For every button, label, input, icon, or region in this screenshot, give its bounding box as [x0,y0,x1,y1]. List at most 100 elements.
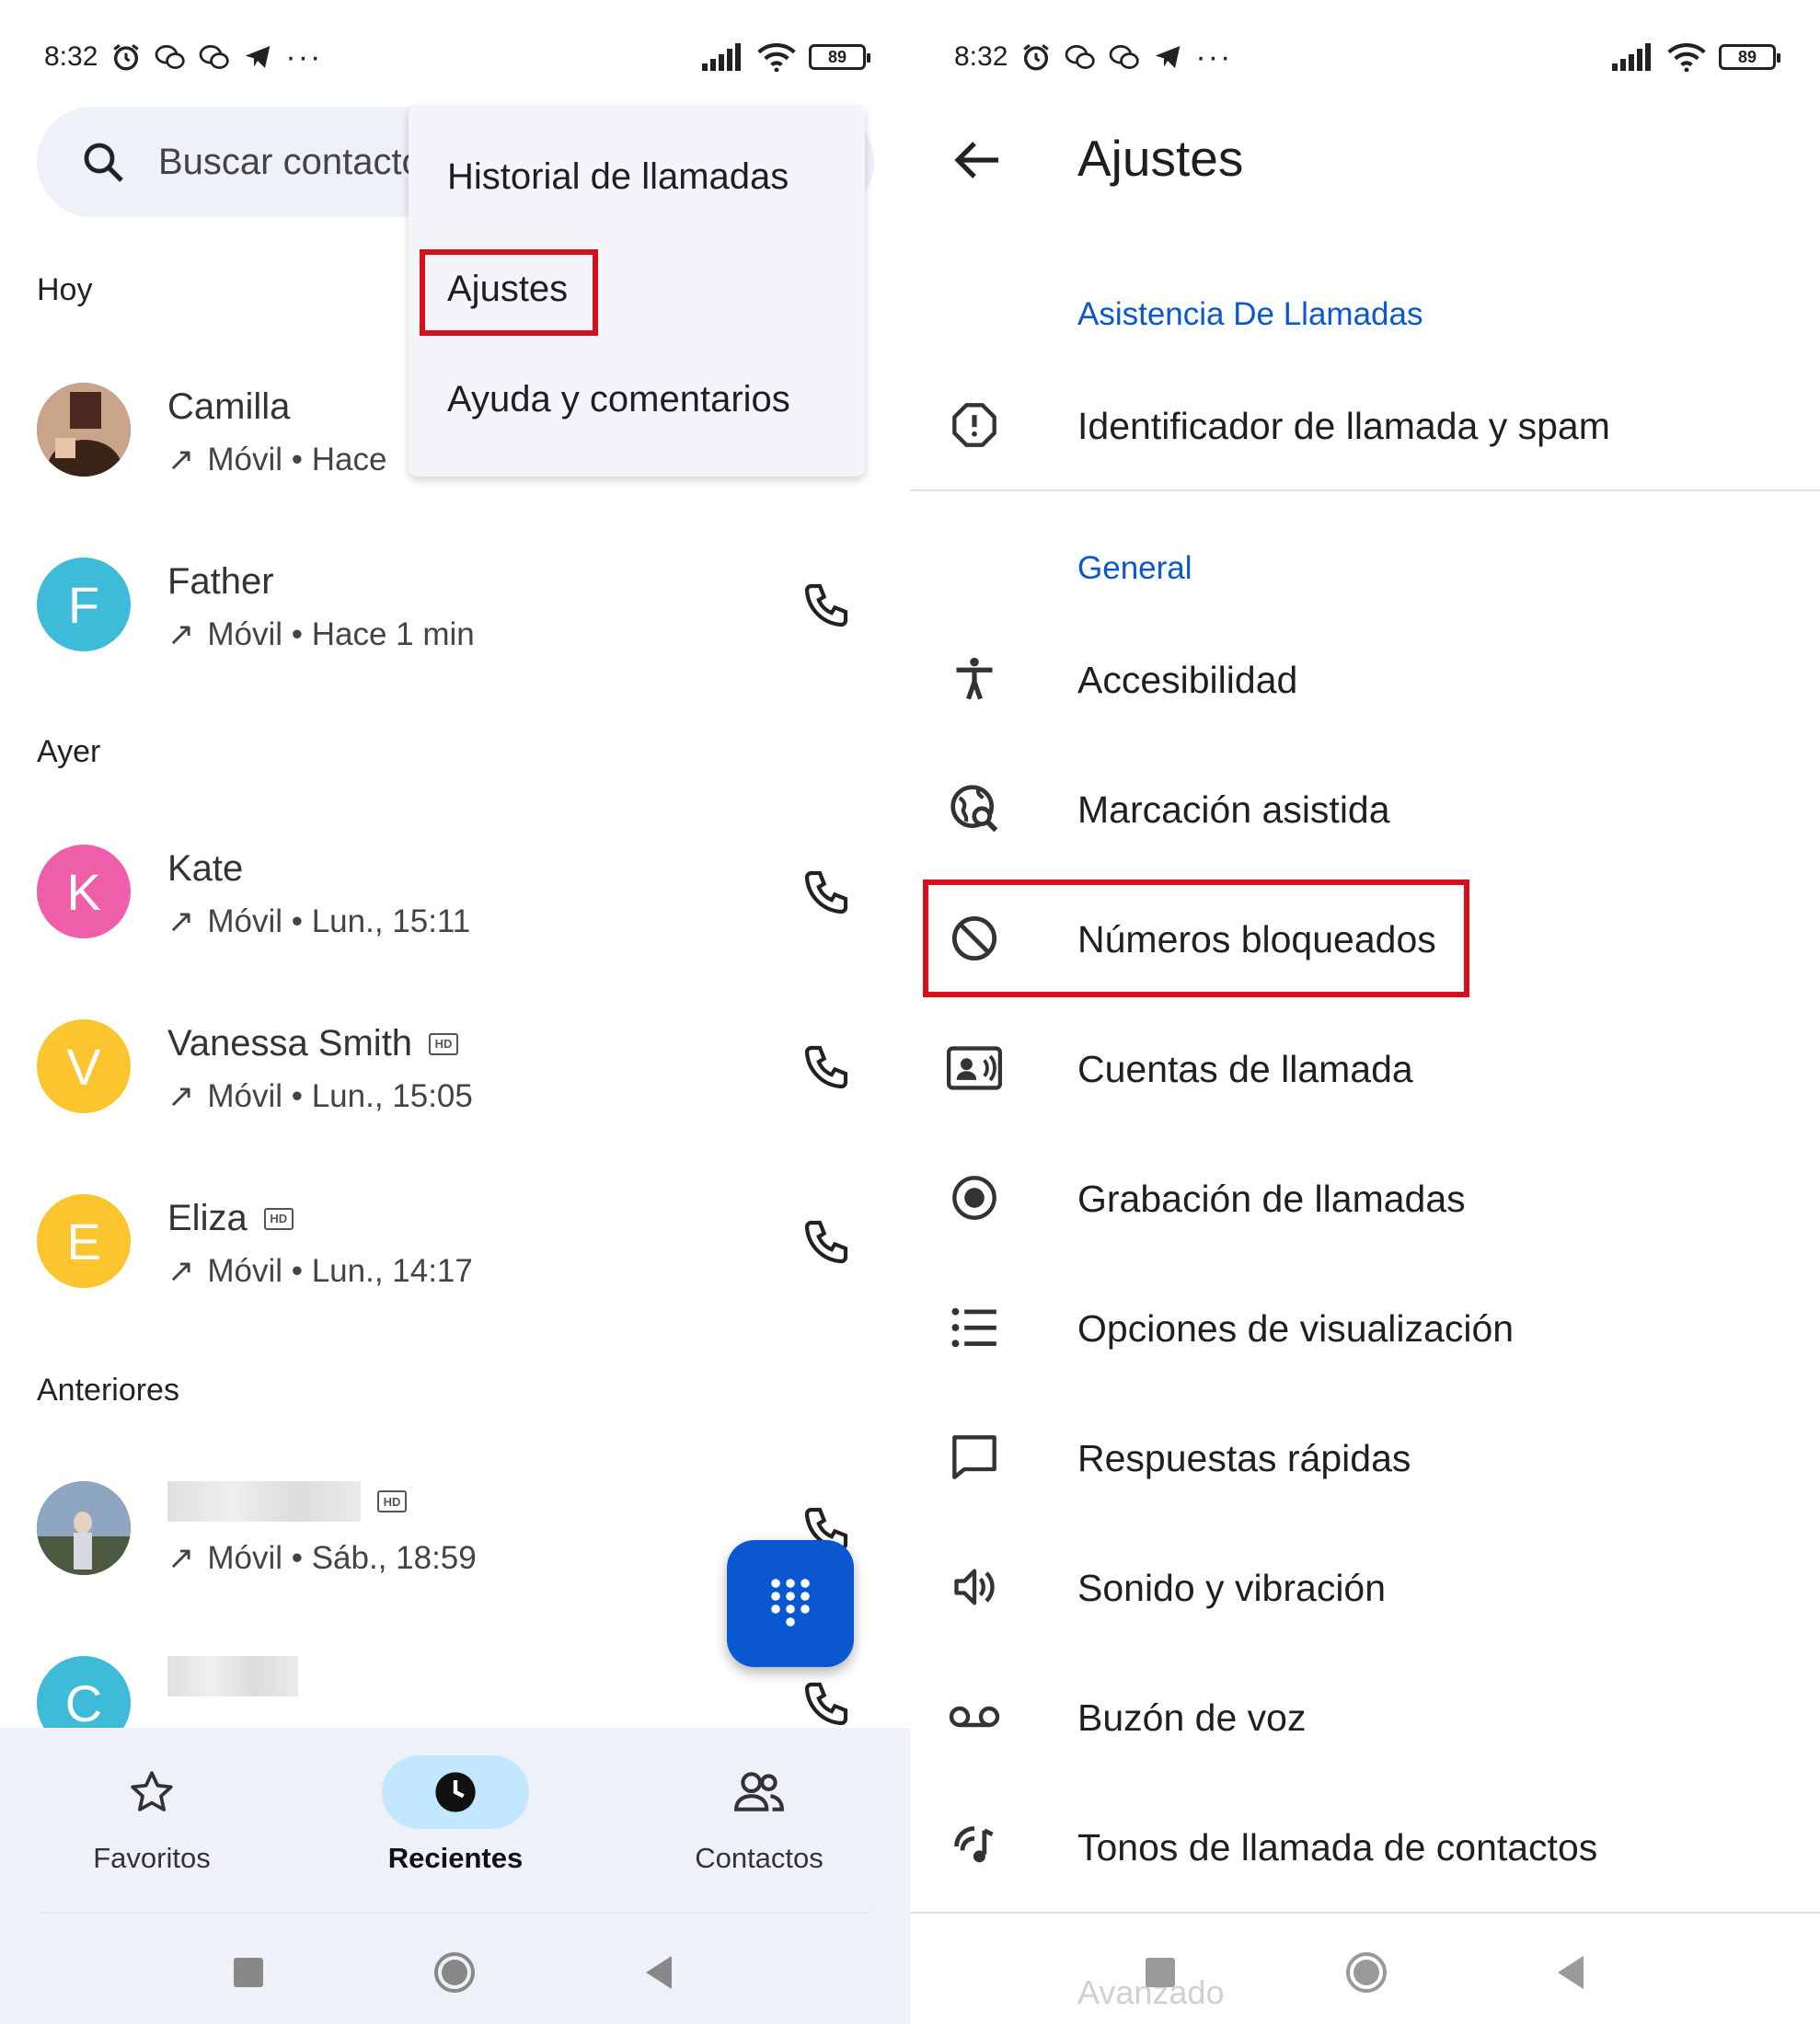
status-time: 8:32 [44,41,98,72]
call-row[interactable]: F Father ↗ Móvil • Hace 1 min [0,543,910,690]
settings-item-assisted-dialing[interactable]: Marcación asistida [910,742,1820,871]
section-older: Anteriores [37,1373,179,1408]
dialpad-button[interactable] [727,1540,854,1667]
call-detail: Móvil • Hace 1 min [207,616,475,652]
settings-item-voicemail[interactable]: Buzón de voz [910,1650,1820,1779]
telegram-icon [246,46,271,68]
system-nav-bar [910,1914,1820,2024]
call-detail: Móvil • Sáb., 18:59 [207,1540,477,1576]
phone-icon[interactable] [801,580,852,631]
contact-name: Camilla [167,386,291,427]
settings-item-accessibility[interactable]: Accesibilidad [910,613,1820,742]
settings-item-label: Opciones de visualización [1077,1307,1515,1350]
phone-icon[interactable] [801,1678,852,1730]
call-row[interactable]: K Kate ↗ Móvil • Lun., 15:11 [0,830,910,977]
settings-item-sound-vibration[interactable]: Sonido y vibración [910,1521,1820,1650]
nav-contacts[interactable]: Contactos [653,1755,865,1875]
settings-item-label: Identificador de llamada y spam [1077,405,1610,447]
category-general: General [1077,550,1192,586]
phone-icon[interactable] [801,867,852,918]
status-time: 8:32 [954,41,1008,72]
dialpad-icon [771,1579,810,1627]
list-icon [951,1307,996,1348]
contact-name: Father [167,561,274,602]
settings-item-label: Respuestas rápidas [1077,1437,1411,1479]
alert-octagon-icon [952,403,996,447]
alarm-icon [1023,44,1050,71]
signal-icon [1612,43,1651,71]
home-icon[interactable] [432,1950,477,1995]
category-call-assist: Asistencia De Llamadas [1077,296,1423,332]
call-detail: Móvil • Hace [207,442,387,477]
more-status-icon: ··· [1195,39,1233,75]
phone-icon[interactable] [801,1041,852,1093]
contact-name: Vanessa Smith [167,1023,413,1064]
avatar-letter: E [37,1194,131,1288]
battery-icon: 89 [809,44,870,70]
back-arrow-icon[interactable] [954,140,1002,180]
page-title: Ajustes [1077,130,1244,187]
wifi-icon [1667,42,1706,72]
more-status-icon: ··· [285,39,323,75]
settings-item-label: Grabación de llamadas [1077,1178,1466,1220]
wechat-icon [1066,45,1096,69]
hd-badge: HD [263,1207,294,1230]
wechat-icon [200,45,230,69]
home-icon[interactable] [1344,1950,1388,1995]
nav-recents[interactable]: Recientes [350,1755,561,1875]
settings-item-call-recording[interactable]: Grabación de llamadas [910,1132,1820,1260]
record-icon [952,1176,996,1220]
account-card-icon [947,1046,1002,1090]
contact-name: Kate [167,848,244,889]
section-yesterday: Ayer [37,734,101,769]
people-icon [734,1772,784,1811]
outgoing-call-icon: ↗ [167,903,195,939]
overflow-menu: Historial de llamadas Ajustes Ayuda y co… [409,105,865,477]
nav-contacts-label: Contactos [695,1842,824,1874]
settings-item-label: Sonido y vibración [1077,1567,1387,1609]
wifi-icon [757,42,796,72]
recent-apps-icon[interactable] [234,1958,263,1987]
phone-icon[interactable] [801,1216,852,1268]
bottom-navigation: Favoritos Recientes Contactos [0,1728,910,1914]
person-photo-icon [37,383,131,477]
avatar-letter: V [37,1019,131,1113]
volume-icon [954,1569,995,1605]
call-detail: Móvil • Lun., 15:05 [207,1078,473,1114]
menu-item-call-history[interactable]: Historial de llamadas [447,156,789,198]
back-nav-icon[interactable] [1554,1954,1587,1991]
settings-item-caller-id[interactable]: Identificador de llamada y spam [910,359,1820,488]
avatar-letter: K [37,845,131,938]
nav-favorites[interactable]: Favoritos [46,1755,258,1875]
outgoing-call-icon: ↗ [167,1253,195,1289]
nav-favorites-label: Favoritos [93,1842,211,1874]
divider [910,489,1820,491]
avatar-letter: F [37,558,131,651]
recent-apps-icon[interactable] [1146,1958,1175,1987]
accessibility-icon [956,657,993,700]
clock-icon [435,1772,476,1812]
section-today: Hoy [37,272,93,307]
settings-item-quick-responses[interactable]: Respuestas rápidas [910,1391,1820,1520]
globe-search-icon [950,785,998,833]
call-row[interactable]: V Vanessa Smith HD ↗ Móvil • Lun., 15:05 [0,1005,910,1152]
back-nav-icon[interactable] [642,1954,675,1991]
settings-item-label: Marcación asistida [1077,788,1390,831]
settings-item-calling-accounts[interactable]: Cuentas de llamada [910,1002,1820,1131]
settings-item-label: Buzón de voz [1077,1696,1307,1739]
star-icon [131,1771,173,1811]
settings-item-contact-ringtones[interactable]: Tonos de llamada de contactos [910,1780,1820,1909]
wechat-icon [156,45,186,69]
call-detail: Móvil • Lun., 15:11 [207,903,471,939]
settings-item-label: Accesibilidad [1077,659,1298,701]
voicemail-icon [949,1706,1000,1728]
search-icon [84,143,123,182]
person-photo-icon [37,1481,131,1575]
call-row[interactable]: E Eliza HD ↗ Móvil • Lun., 14:17 [0,1179,910,1327]
menu-item-help[interactable]: Ayuda y comentarios [447,379,790,420]
settings-item-display-options[interactable]: Opciones de visualización [910,1261,1820,1390]
settings-screen: 8:32 ··· 89 Ajustes Asistencia De Llamad… [910,0,1820,2024]
hd-badge: HD [429,1032,459,1055]
outgoing-call-icon: ↗ [167,442,195,477]
signal-icon [702,43,741,71]
